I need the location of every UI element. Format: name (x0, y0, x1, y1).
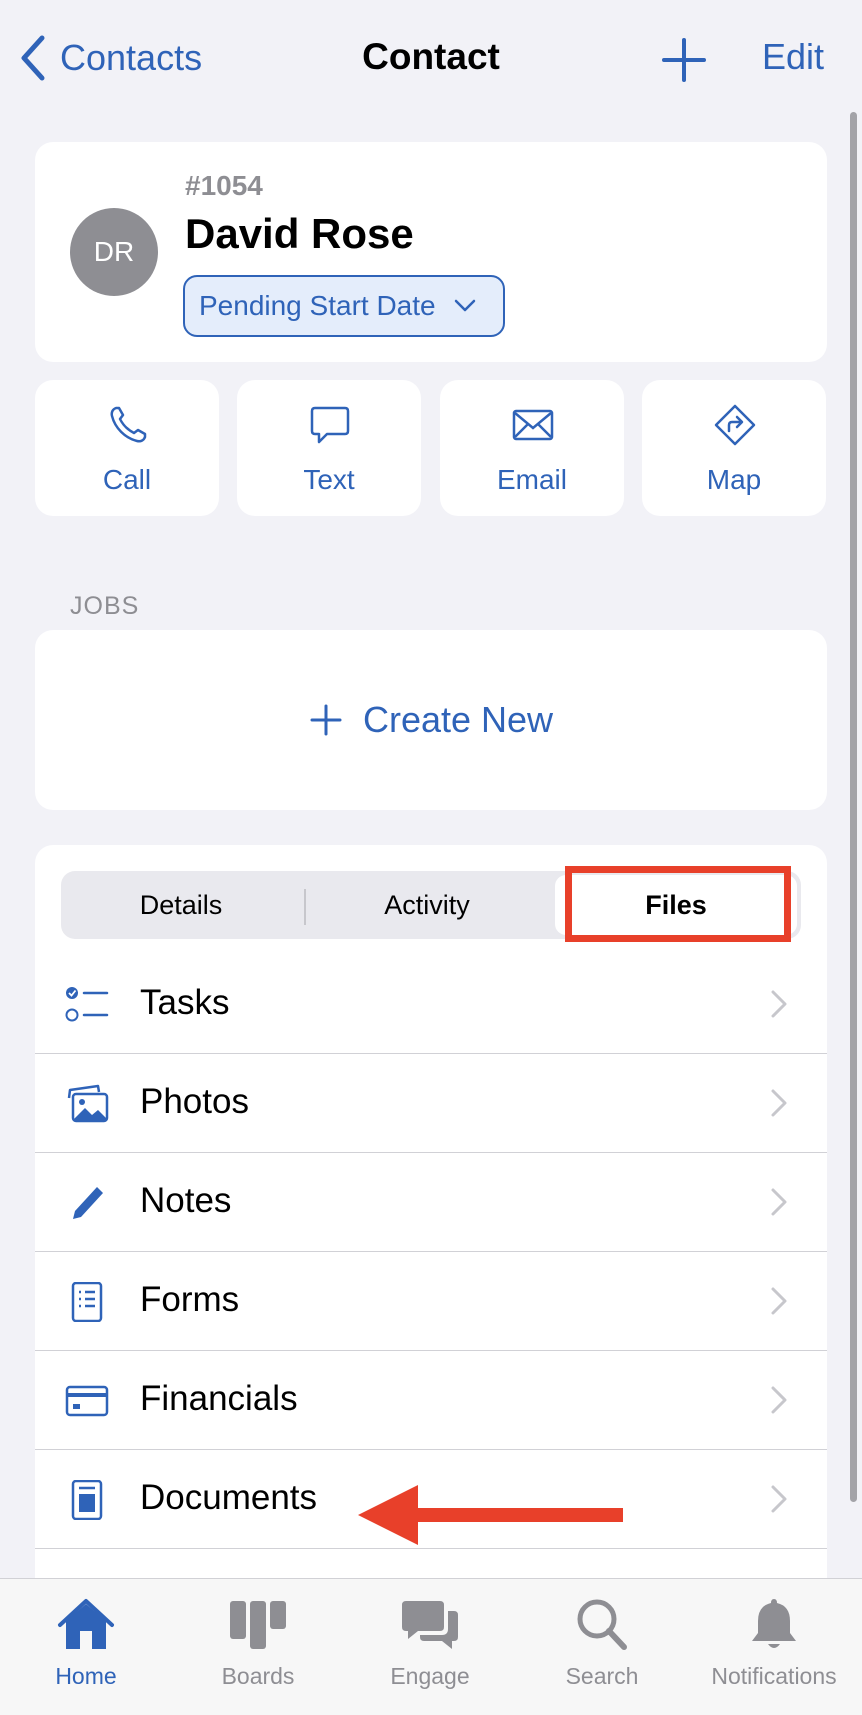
tab-bar: Home Boards Engage Search Notifications (0, 1578, 862, 1715)
tab-home[interactable]: Home (0, 1591, 172, 1701)
list-item-notes[interactable]: Notes (35, 1153, 827, 1252)
chevron-down-icon (454, 299, 475, 312)
page-title: Contact (362, 36, 500, 77)
email-button[interactable]: Email (440, 380, 624, 516)
map-label: Map (706, 464, 762, 495)
scrollbar[interactable] (850, 112, 857, 1502)
files-card: Details Activity Files Tasks Photos Note… (35, 845, 827, 1585)
magnifier-icon (577, 1599, 627, 1650)
tasks-icon (65, 987, 109, 1022)
list-item-documents[interactable]: Documents (35, 1450, 827, 1549)
text-button[interactable]: Text (237, 380, 421, 516)
status-label: Pending Start Date (199, 290, 436, 321)
navigation-bar: Contacts Contact Edit (0, 0, 862, 120)
list-item-financials[interactable]: Financials (35, 1351, 827, 1450)
call-label: Call (102, 464, 152, 495)
chat-bubbles-icon (402, 1601, 458, 1649)
documents-label: Documents (140, 1478, 318, 1517)
chevron-right-icon (771, 1485, 787, 1513)
tab-activity-label: Activity (384, 889, 470, 920)
row-separator (35, 1548, 827, 1549)
list-item-forms[interactable]: Forms (35, 1252, 827, 1351)
jobs-section-label: JOBS (70, 592, 140, 620)
tab-search[interactable]: Search (516, 1591, 688, 1701)
credit-card-icon (65, 1385, 109, 1417)
photos-icon (67, 1084, 109, 1123)
photos-label: Photos (140, 1082, 249, 1121)
create-new-job-button[interactable]: Create New (35, 630, 827, 810)
chevron-right-icon (771, 1386, 787, 1414)
list-item-photos[interactable]: Photos (35, 1054, 827, 1153)
text-label: Text (303, 464, 355, 495)
plus-icon (310, 704, 342, 736)
tab-details-label: Details (139, 889, 223, 920)
jobs-card: Create New (35, 630, 827, 810)
segment-divider (304, 889, 306, 925)
contact-id: #1054 (185, 170, 263, 201)
forms-label: Forms (140, 1280, 240, 1319)
map-button[interactable]: Map (642, 380, 826, 516)
pencil-icon (73, 1187, 103, 1219)
tab-engage[interactable]: Engage (344, 1591, 516, 1701)
document-icon (71, 1480, 103, 1520)
segmented-control: Details Activity Files (61, 871, 801, 939)
tab-boards-label: Boards (221, 1663, 295, 1689)
tab-activity[interactable]: Activity (307, 871, 547, 939)
notes-label: Notes (140, 1181, 232, 1220)
status-dropdown[interactable]: Pending Start Date (183, 275, 505, 337)
create-new-label: Create New (362, 699, 554, 740)
tab-files-label: Files (645, 889, 707, 920)
tasks-label: Tasks (140, 983, 230, 1022)
chevron-right-icon (771, 1287, 787, 1315)
add-icon[interactable] (660, 36, 708, 84)
directions-icon (714, 404, 756, 446)
phone-icon (110, 406, 147, 443)
edit-button[interactable]: Edit (762, 36, 824, 78)
bell-icon (752, 1599, 796, 1648)
avatar: DR (70, 208, 158, 296)
chevron-right-icon (771, 1188, 787, 1216)
envelope-icon (512, 409, 554, 441)
form-icon (71, 1282, 103, 1322)
email-label: Email (496, 464, 567, 495)
tab-search-label: Search (565, 1663, 639, 1689)
tab-notifications[interactable]: Notifications (688, 1591, 860, 1701)
financials-label: Financials (140, 1379, 298, 1418)
tab-notifications-label: Notifications (711, 1663, 837, 1689)
tab-boards[interactable]: Boards (172, 1591, 344, 1701)
call-button[interactable]: Call (35, 380, 219, 516)
chevron-right-icon (771, 990, 787, 1018)
avatar-initials: DR (93, 236, 135, 267)
tab-files[interactable]: Files (555, 875, 797, 935)
contact-name: David Rose (185, 210, 414, 257)
contact-header-card: DR #1054 David Rose Pending Start Date (35, 142, 827, 362)
message-icon (310, 406, 350, 444)
tab-home-label: Home (55, 1663, 117, 1689)
chevron-right-icon (771, 1089, 787, 1117)
boards-icon (230, 1601, 286, 1649)
list-item-tasks[interactable]: Tasks (35, 955, 827, 1054)
tab-details[interactable]: Details (61, 871, 301, 939)
home-icon (58, 1599, 114, 1649)
tab-engage-label: Engage (390, 1663, 470, 1689)
